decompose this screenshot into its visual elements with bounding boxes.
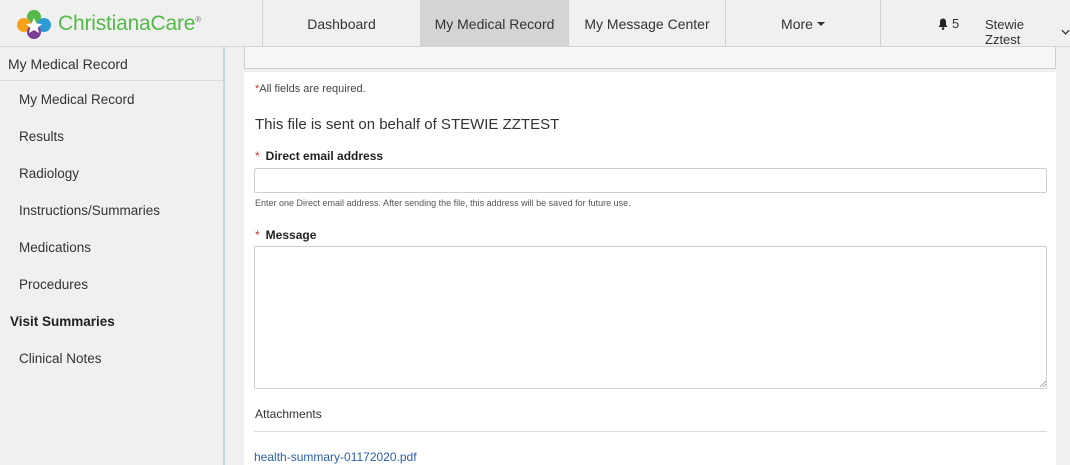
email-help-text: Enter one Direct email address. After se… xyxy=(255,198,631,208)
sidebar-list: My Medical Record Results Radiology Inst… xyxy=(0,81,223,377)
sidebar-item-clinical-notes[interactable]: Clinical Notes xyxy=(0,340,223,377)
sidebar-item-label: Procedures xyxy=(19,277,89,292)
sidebar-item-label: My Medical Record xyxy=(19,92,135,107)
sidebar-item-label: Visit Summaries xyxy=(10,314,115,329)
message-textarea[interactable] xyxy=(254,246,1047,389)
nav-tab-more[interactable]: More xyxy=(726,0,881,47)
content-header-strip xyxy=(244,47,1056,69)
attachments-heading: Attachments xyxy=(255,407,322,421)
nav-tab-label: Dashboard xyxy=(307,15,376,32)
sidebar: My Medical Record My Medical Record Resu… xyxy=(0,47,223,465)
main-nav: Dashboard My Medical Record My Message C… xyxy=(263,0,881,47)
nav-tab-dashboard[interactable]: Dashboard xyxy=(263,0,421,47)
notification-count: 5 xyxy=(952,16,960,31)
caret-down-icon xyxy=(816,21,825,26)
notifications-button[interactable]: 5 xyxy=(938,16,959,31)
sidebar-item-label: Medications xyxy=(19,240,92,255)
sidebar-item-label: Clinical Notes xyxy=(19,351,102,366)
sidebar-item-instructions-summaries[interactable]: Instructions/Summaries xyxy=(0,192,223,229)
bell-icon xyxy=(938,18,948,30)
attachments-divider xyxy=(254,431,1047,432)
sidebar-divider xyxy=(223,47,225,465)
direct-email-input[interactable] xyxy=(254,168,1047,193)
user-name: Stewie Zztest xyxy=(985,17,1025,47)
sidebar-item-label: Instructions/Summaries xyxy=(19,203,161,218)
sidebar-item-procedures[interactable]: Procedures xyxy=(0,266,223,303)
brand-name: ChristianaCare® xyxy=(58,12,201,35)
brand-logo[interactable]: ChristianaCare® xyxy=(13,8,201,40)
sidebar-item-results[interactable]: Results xyxy=(0,118,223,155)
email-label: * Direct email address xyxy=(255,149,384,163)
sidebar-item-label: Results xyxy=(19,129,65,144)
nav-tab-label: My Medical Record xyxy=(434,15,555,32)
chevron-down-icon xyxy=(1061,29,1070,35)
nav-tab-label: More xyxy=(781,15,813,32)
nav-tab-my-medical-record[interactable]: My Medical Record xyxy=(421,0,569,47)
attachment-file-link[interactable]: health-summary-01172020.pdf xyxy=(254,450,417,464)
sidebar-item-my-medical-record[interactable]: My Medical Record xyxy=(0,81,223,118)
sidebar-header: My Medical Record xyxy=(0,47,223,81)
sidebar-item-radiology[interactable]: Radiology xyxy=(0,155,223,192)
top-navigation-bar: ChristianaCare® Dashboard My Medical Rec… xyxy=(0,0,1070,47)
send-file-form: *All fields are required. This file is s… xyxy=(244,72,1056,465)
required-fields-note: *All fields are required. xyxy=(255,83,366,95)
nav-tab-my-message-center[interactable]: My Message Center xyxy=(569,0,726,47)
nav-tab-label: My Message Center xyxy=(584,15,710,32)
sidebar-item-medications[interactable]: Medications xyxy=(0,229,223,266)
message-label: * Message xyxy=(255,228,317,242)
christianacare-logo-icon xyxy=(17,10,51,39)
sidebar-item-visit-summaries[interactable]: Visit Summaries xyxy=(0,303,223,340)
user-menu[interactable]: Stewie Zztest xyxy=(985,17,1070,47)
sidebar-item-label: Radiology xyxy=(19,166,80,181)
behalf-heading: This file is sent on behalf of STEWIE ZZ… xyxy=(255,116,560,133)
